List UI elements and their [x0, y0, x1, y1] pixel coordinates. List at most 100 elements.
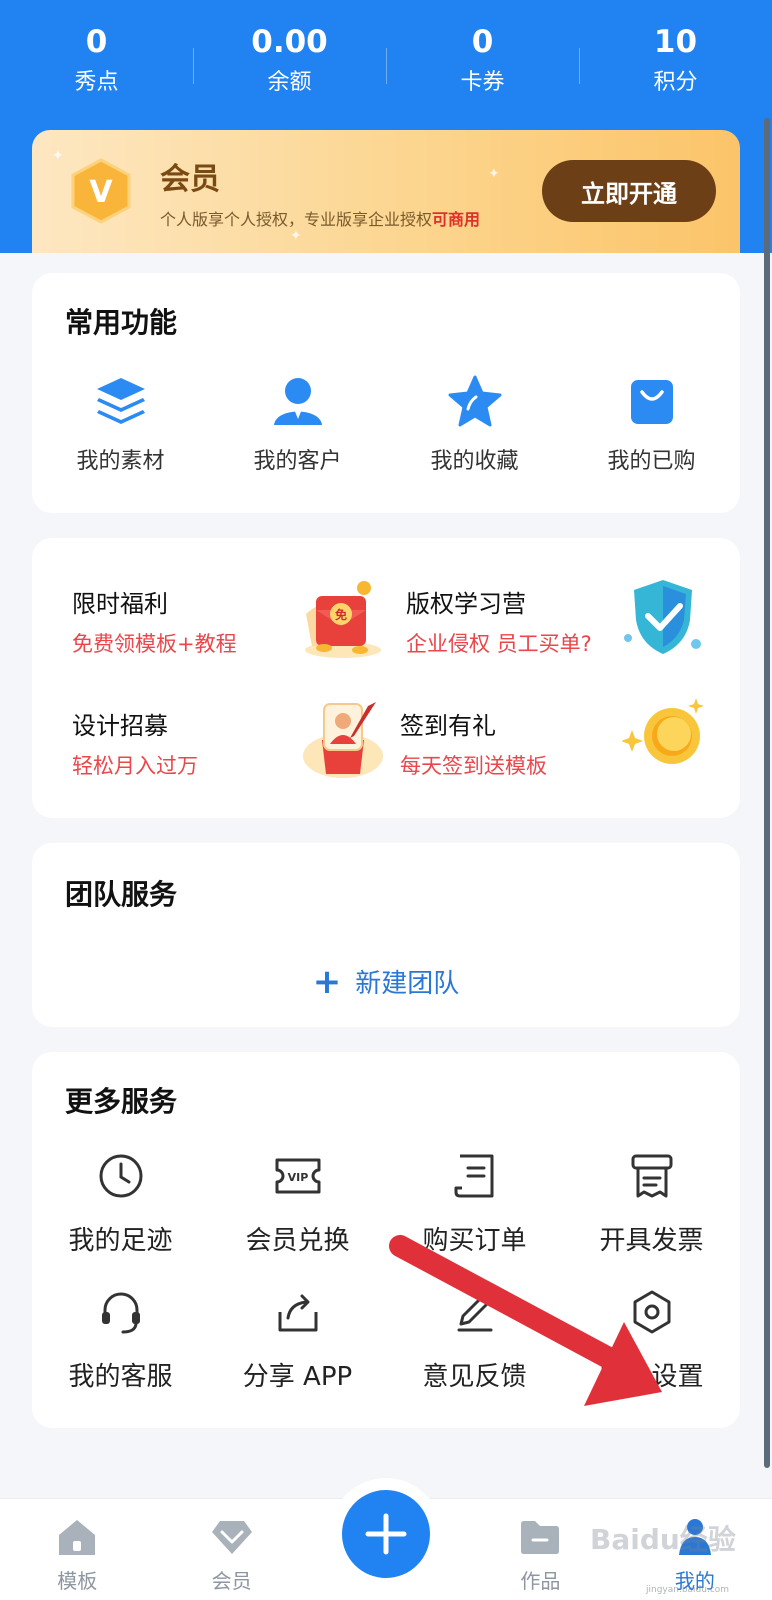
- purchase-orders-item[interactable]: 购买订单: [386, 1148, 563, 1257]
- promo-subtitle: 免费领模板+教程: [72, 632, 237, 656]
- vip-title: 会员: [160, 162, 220, 197]
- stats-bar: 0 秀点 0.00 余额 0 卡券 10 积分: [0, 18, 772, 108]
- stat-value: 10: [653, 24, 698, 60]
- tab-label: 模板: [57, 1569, 98, 1593]
- share-app-item[interactable]: 分享 APP: [209, 1284, 386, 1393]
- item-label: 我的客户: [253, 449, 342, 474]
- sparkle-icon: ✦: [488, 166, 500, 182]
- headset-icon: [93, 1284, 149, 1340]
- plus-icon: +: [312, 961, 342, 1002]
- promo-subtitle: 轻松月入过万: [72, 754, 198, 778]
- account-settings-item[interactable]: 账号设置: [563, 1284, 740, 1393]
- item-label: 账号设置: [599, 1362, 704, 1392]
- stat-balance[interactable]: 0.00 余额: [193, 18, 386, 108]
- stat-value: 0: [85, 24, 108, 60]
- my-favorites-item[interactable]: 我的收藏: [386, 373, 563, 475]
- item-label: 开具发票: [599, 1226, 704, 1256]
- user-icon: [270, 373, 326, 429]
- promo-subtitle: 每天签到送模板: [400, 754, 547, 778]
- order-icon: [447, 1148, 503, 1204]
- item-label: 分享 APP: [242, 1362, 353, 1392]
- item-label: 我的已购: [607, 449, 696, 474]
- my-purchased-item[interactable]: 我的已购: [563, 373, 740, 475]
- promo-checkin-gift[interactable]: 签到有礼 每天签到送模板: [400, 698, 730, 816]
- plus-icon: [365, 1513, 407, 1555]
- section-title: 常用功能: [65, 306, 178, 339]
- promo-subtitle: 企业侵权 员工买单?: [406, 632, 592, 656]
- stat-value: 0.00: [251, 24, 328, 60]
- stat-label: 余额: [267, 70, 312, 95]
- my-materials-item[interactable]: 我的素材: [32, 373, 209, 475]
- stat-xiudian[interactable]: 0 秀点: [0, 18, 193, 108]
- feedback-item[interactable]: 意见反馈: [386, 1284, 563, 1393]
- section-title: 团队服务: [65, 878, 178, 911]
- stat-coupons[interactable]: 0 卡券: [386, 18, 579, 108]
- clock-icon: [93, 1148, 149, 1204]
- settings-icon: [624, 1284, 680, 1340]
- customer-service-item[interactable]: 我的客服: [32, 1284, 209, 1393]
- stat-label: 卡券: [460, 70, 505, 95]
- more-services-card: 更多服务 我的足迹 VIP 会员兑换 购买订单 开具发票 我的客服 分享 APP…: [32, 1052, 740, 1428]
- tab-label: 作品: [520, 1569, 561, 1593]
- promo-designer-recruit[interactable]: 设计招募 轻松月入过万: [72, 702, 402, 816]
- shield-icon: [624, 580, 701, 654]
- promo-limited-welfare[interactable]: 限时福利 免费领模板+教程 免: [72, 581, 402, 694]
- stat-points[interactable]: 10 积分: [579, 18, 772, 108]
- svg-text:V: V: [89, 175, 113, 210]
- item-label: 意见反馈: [422, 1362, 527, 1392]
- star-icon: [447, 373, 503, 429]
- bag-icon: [624, 373, 680, 429]
- stat-label: 积分: [653, 70, 698, 95]
- svg-text:VIP: VIP: [287, 1171, 308, 1184]
- tab-membership[interactable]: 会员: [154, 1499, 308, 1600]
- invoice-icon: [624, 1148, 680, 1204]
- red-envelope-icon: 免: [305, 581, 381, 658]
- promo-title: 版权学习营: [406, 590, 526, 618]
- activate-vip-button[interactable]: 立即开通: [542, 160, 716, 222]
- item-label: 我的收藏: [430, 449, 519, 474]
- folder-icon: [518, 1515, 562, 1559]
- promotions-card: 限时福利 免费领模板+教程 免 版权学习营 企业侵权 员工买单? 设计招募 轻松…: [32, 538, 740, 818]
- my-customers-item[interactable]: 我的客户: [209, 373, 386, 475]
- create-new-button[interactable]: [342, 1490, 430, 1578]
- tab-templates[interactable]: 模板: [0, 1499, 154, 1600]
- scrollbar[interactable]: [764, 118, 770, 1468]
- promo-copyright-camp[interactable]: 版权学习营 企业侵权 员工买单?: [406, 580, 736, 694]
- svg-text:免: 免: [335, 607, 347, 622]
- designer-icon: [303, 702, 383, 778]
- vip-description: 个人版享个人授权，专业版享企业授权可商用: [160, 210, 481, 229]
- issue-invoice-item[interactable]: 开具发票: [563, 1148, 740, 1257]
- tab-label: 会员: [211, 1569, 252, 1593]
- vip-redeem-item[interactable]: VIP 会员兑换: [209, 1148, 386, 1257]
- coin-icon: [622, 698, 704, 764]
- item-label: 会员兑换: [245, 1226, 350, 1256]
- header: 0 秀点 0.00 余额 0 卡券 10 积分 ✦ ✦ ✦ V 会员 个人版享个…: [0, 0, 772, 253]
- my-footprints-item[interactable]: 我的足迹: [32, 1148, 209, 1257]
- vip-banner[interactable]: ✦ ✦ ✦ V 会员 个人版享个人授权，专业版享企业授权可商用 立即开通: [32, 130, 740, 253]
- item-label: 我的素材: [76, 449, 165, 474]
- promo-title: 限时福利: [72, 590, 168, 618]
- common-functions-card: 常用功能 我的素材 我的客户 我的收藏 我的已购: [32, 273, 740, 513]
- promo-title: 设计招募: [72, 712, 168, 740]
- layers-icon: [93, 373, 149, 429]
- item-label: 我的足迹: [68, 1226, 173, 1256]
- vip-badge-icon: V: [71, 158, 131, 224]
- item-label: 我的客服: [68, 1362, 173, 1392]
- share-icon: [270, 1284, 326, 1340]
- team-services-card: 团队服务 + 新建团队: [32, 843, 740, 1027]
- new-team-button[interactable]: + 新建团队: [32, 963, 740, 1000]
- stat-value: 0: [471, 24, 494, 60]
- promo-title: 签到有礼: [400, 712, 496, 740]
- section-title: 更多服务: [65, 1085, 178, 1118]
- sparkle-icon: ✦: [52, 148, 64, 164]
- home-icon: [55, 1515, 99, 1559]
- vip-ticket-icon: VIP: [270, 1148, 326, 1204]
- diamond-icon: [210, 1515, 254, 1559]
- item-label: 购买订单: [422, 1226, 527, 1256]
- pen-icon: [447, 1284, 503, 1340]
- new-team-label: 新建团队: [355, 969, 460, 999]
- watermark-url: jingyan.baidu.com: [646, 1585, 730, 1595]
- sparkle-icon: ✦: [290, 228, 302, 244]
- watermark: Baidu经验: [590, 1523, 736, 1556]
- stat-label: 秀点: [74, 70, 119, 95]
